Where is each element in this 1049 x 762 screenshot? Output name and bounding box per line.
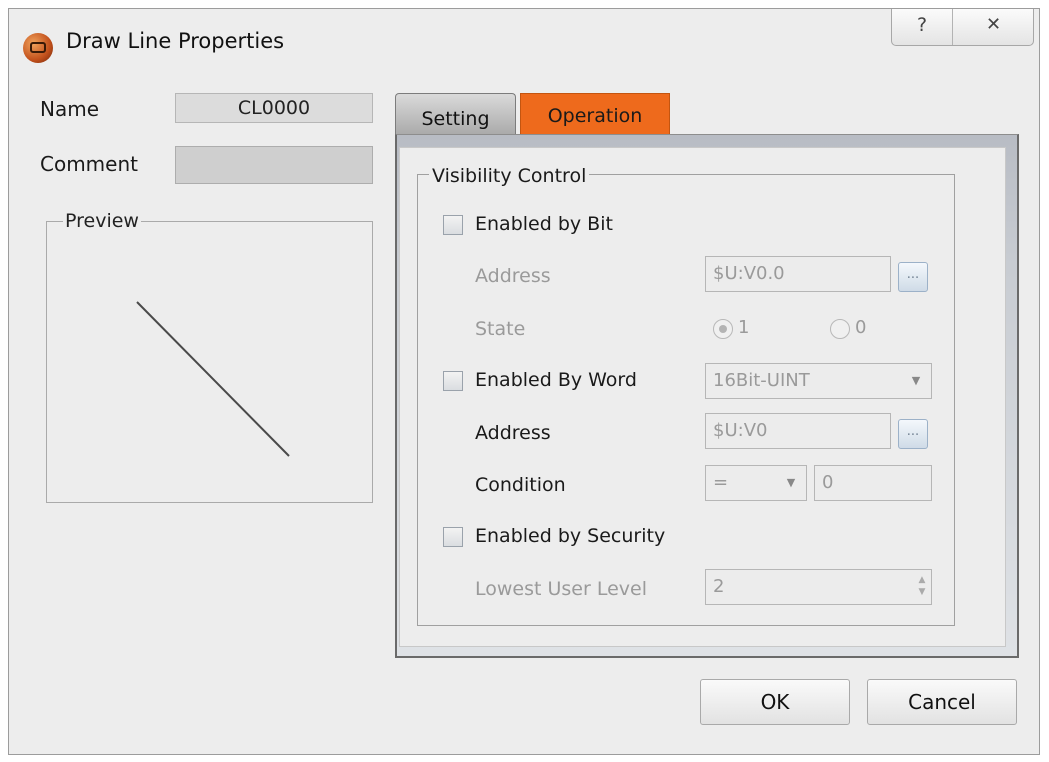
cancel-button[interactable]: Cancel	[867, 679, 1017, 725]
title-bar: Draw Line Properties ? ✕	[9, 9, 1039, 73]
enabled-by-bit-checkbox[interactable]	[443, 215, 463, 235]
enabled-by-word-checkbox[interactable]	[443, 371, 463, 391]
enabled-by-bit-label: Enabled by Bit	[475, 213, 613, 235]
bit-address-label: Address	[475, 265, 551, 287]
condition-operator-value: =	[713, 472, 729, 493]
visibility-control-group	[417, 174, 955, 626]
lowest-user-level-spinner[interactable]: 2 ▲ ▼	[705, 569, 932, 605]
lowest-user-level-value: 2	[713, 576, 725, 597]
enabled-by-security-checkbox[interactable]	[443, 527, 463, 547]
window-title: Draw Line Properties	[66, 29, 285, 53]
condition-value-field[interactable]: 0	[814, 465, 932, 501]
bit-address-browse-button[interactable]: ...	[898, 262, 928, 292]
caption-buttons: ? ✕	[891, 9, 1034, 46]
word-address-browse-button[interactable]: ...	[898, 419, 928, 449]
state-label: State	[475, 318, 526, 340]
enabled-by-security-label: Enabled by Security	[475, 525, 666, 547]
state-radio-0[interactable]	[830, 319, 850, 339]
ok-button[interactable]: OK	[700, 679, 850, 725]
condition-operator-select[interactable]: = ▼	[705, 465, 807, 501]
word-type-select[interactable]: 16Bit-UINT ▼	[705, 363, 932, 399]
name-label: Name	[40, 97, 100, 121]
preview-line	[136, 301, 290, 457]
tab-setting[interactable]: Setting	[395, 93, 516, 136]
state-radio-1[interactable]	[713, 319, 733, 339]
word-address-label: Address	[475, 422, 551, 444]
name-field[interactable]: CL0000	[175, 93, 373, 123]
state-radio-1-label: 1	[738, 317, 750, 338]
tab-operation[interactable]: Operation	[520, 93, 670, 136]
chevron-down-icon: ▼	[786, 476, 796, 489]
bit-address-field[interactable]: $U:V0.0	[705, 256, 891, 292]
enabled-by-word-label: Enabled By Word	[475, 369, 637, 391]
app-icon	[23, 33, 53, 63]
chevron-down-icon: ▼	[911, 374, 921, 387]
word-type-value: 16Bit-UINT	[713, 370, 810, 391]
close-icon[interactable]: ✕	[953, 9, 1034, 45]
word-address-field[interactable]: $U:V0	[705, 413, 891, 449]
preview-group: Preview	[46, 210, 373, 503]
draw-line-properties-dialog: Draw Line Properties ? ✕ Name CL0000 Com…	[8, 8, 1040, 755]
comment-field[interactable]	[175, 146, 373, 184]
comment-label: Comment	[40, 152, 138, 176]
lowest-user-level-label: Lowest User Level	[475, 578, 647, 600]
visibility-control-label: Visibility Control	[429, 165, 590, 187]
condition-label: Condition	[475, 474, 566, 496]
state-radio-0-label: 0	[855, 317, 867, 338]
spinner-icon: ▲ ▼	[918, 575, 926, 597]
help-icon[interactable]: ?	[892, 9, 953, 45]
